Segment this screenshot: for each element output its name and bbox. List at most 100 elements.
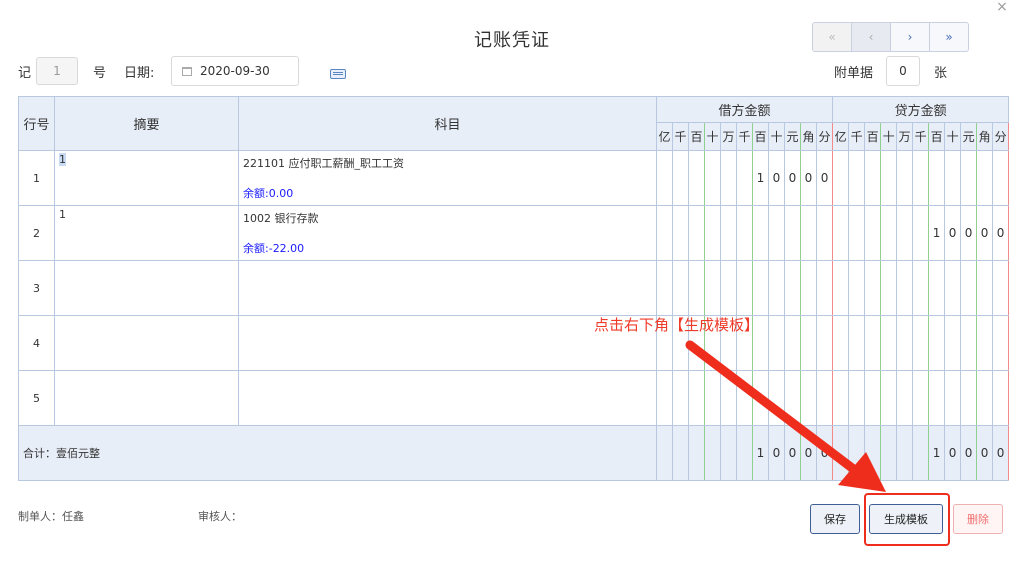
credit-digit[interactable]	[848, 205, 866, 261]
debit-digit[interactable]	[720, 260, 737, 316]
debit-digit[interactable]	[800, 315, 817, 371]
debit-digit[interactable]	[752, 260, 769, 316]
debit-digit[interactable]	[784, 370, 801, 426]
credit-digit[interactable]	[944, 260, 962, 316]
credit-digit[interactable]	[960, 315, 978, 371]
debit-digit[interactable]	[768, 315, 785, 371]
delete-button[interactable]: 删除	[953, 504, 1003, 534]
debit-digit[interactable]	[736, 260, 753, 316]
debit-digit[interactable]	[704, 370, 721, 426]
summary-cell[interactable]: 1	[54, 205, 239, 261]
credit-digit[interactable]	[960, 150, 978, 206]
credit-digit[interactable]	[992, 260, 1010, 316]
debit-digit[interactable]	[704, 150, 721, 206]
credit-digit[interactable]: 1	[928, 205, 946, 261]
credit-digit[interactable]	[928, 315, 946, 371]
voucher-number-input[interactable]: 1	[36, 57, 78, 85]
credit-digit[interactable]	[832, 150, 850, 206]
debit-digit[interactable]	[672, 150, 689, 206]
credit-digit[interactable]	[944, 370, 962, 426]
credit-digit[interactable]	[864, 370, 882, 426]
credit-digit[interactable]	[928, 260, 946, 316]
credit-digit[interactable]	[976, 315, 994, 371]
credit-digit[interactable]	[976, 150, 994, 206]
credit-digit[interactable]	[832, 370, 850, 426]
credit-digit[interactable]	[832, 205, 850, 261]
credit-digit[interactable]	[896, 205, 914, 261]
debit-digit[interactable]	[704, 205, 721, 261]
subject-cell[interactable]: 1002 银行存款 余额:-22.00	[238, 205, 657, 261]
credit-digit[interactable]	[992, 315, 1010, 371]
debit-digit[interactable]	[720, 205, 737, 261]
debit-digit[interactable]	[672, 260, 689, 316]
debit-digit[interactable]	[688, 205, 705, 261]
debit-digit[interactable]: 1	[752, 150, 769, 206]
debit-digit[interactable]	[800, 260, 817, 316]
keyboard-icon[interactable]	[330, 69, 346, 79]
credit-digit[interactable]	[848, 315, 866, 371]
credit-digit[interactable]	[928, 150, 946, 206]
debit-digit[interactable]	[656, 205, 673, 261]
table-row[interactable]: 1 1 221101 应付职工薪酬_职工工资 余额:0.00 1 0 0 0 0	[18, 150, 1010, 206]
summary-cell[interactable]: 1	[54, 150, 239, 206]
credit-digit[interactable]	[848, 150, 866, 206]
attachment-field[interactable]: 0	[886, 55, 920, 87]
credit-digit[interactable]	[912, 260, 930, 316]
table-row[interactable]: 4	[18, 315, 1010, 371]
date-field[interactable]: 2020-09-30	[171, 55, 299, 87]
debit-digit[interactable]	[815, 260, 834, 316]
debit-digit[interactable]	[688, 370, 705, 426]
credit-digit[interactable]	[880, 370, 898, 426]
credit-digit[interactable]	[896, 315, 914, 371]
debit-digit[interactable]	[800, 370, 817, 426]
credit-digit[interactable]	[944, 315, 962, 371]
debit-digit[interactable]: 0	[800, 150, 817, 206]
credit-digit[interactable]: 0	[960, 205, 978, 261]
credit-digit[interactable]	[880, 205, 898, 261]
summary-cell[interactable]	[54, 370, 239, 426]
debit-digit[interactable]	[815, 370, 834, 426]
credit-digit[interactable]	[864, 315, 882, 371]
debit-digit[interactable]	[704, 260, 721, 316]
credit-digit[interactable]	[864, 260, 882, 316]
debit-digit[interactable]	[752, 205, 769, 261]
debit-digit[interactable]	[656, 370, 673, 426]
debit-digit[interactable]	[672, 205, 689, 261]
credit-digit[interactable]	[848, 370, 866, 426]
credit-digit[interactable]	[880, 150, 898, 206]
credit-digit[interactable]	[848, 260, 866, 316]
summary-cell[interactable]	[54, 260, 239, 316]
debit-digit[interactable]	[656, 150, 673, 206]
credit-digit[interactable]	[912, 205, 930, 261]
debit-digit[interactable]	[768, 205, 785, 261]
credit-digit[interactable]	[992, 370, 1010, 426]
date-input[interactable]: 2020-09-30	[171, 56, 299, 86]
debit-digit[interactable]	[656, 260, 673, 316]
last-page-button[interactable]: »	[929, 22, 969, 52]
credit-digit[interactable]	[896, 370, 914, 426]
credit-digit[interactable]	[960, 370, 978, 426]
credit-digit[interactable]	[896, 260, 914, 316]
debit-digit[interactable]	[736, 370, 753, 426]
summary-cell[interactable]	[54, 315, 239, 371]
credit-digit[interactable]	[992, 150, 1010, 206]
debit-digit[interactable]	[688, 260, 705, 316]
debit-digit[interactable]	[800, 205, 817, 261]
table-row[interactable]: 5	[18, 370, 1010, 426]
debit-digit[interactable]	[720, 370, 737, 426]
first-page-button[interactable]: «	[812, 22, 852, 52]
subject-cell[interactable]: 221101 应付职工薪酬_职工工资 余额:0.00	[238, 150, 657, 206]
debit-digit[interactable]	[784, 260, 801, 316]
credit-digit[interactable]: 0	[992, 205, 1010, 261]
debit-digit[interactable]	[815, 205, 834, 261]
subject-cell[interactable]	[238, 370, 657, 426]
debit-digit[interactable]	[815, 315, 834, 371]
save-button[interactable]: 保存	[810, 504, 860, 534]
credit-digit[interactable]	[880, 260, 898, 316]
credit-digit[interactable]	[944, 150, 962, 206]
credit-digit[interactable]: 0	[976, 205, 994, 261]
debit-digit[interactable]	[736, 205, 753, 261]
prev-page-button[interactable]: ‹	[851, 22, 891, 52]
credit-digit[interactable]	[832, 315, 850, 371]
debit-digit[interactable]	[688, 150, 705, 206]
